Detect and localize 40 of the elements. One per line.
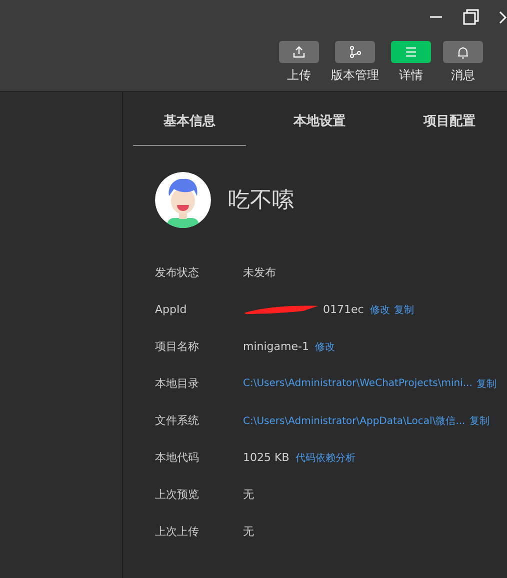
link[interactable]: 修改: [314, 340, 335, 354]
field-label: 文件系统: [155, 413, 200, 428]
field-value: 未发布: [243, 265, 276, 280]
field-value: 无: [243, 524, 254, 539]
tab[interactable]: 基本信息: [133, 92, 246, 146]
field-label: 上次预览: [155, 487, 200, 502]
link[interactable]: C:\Users\Administrator\AppData\Local\微信...: [243, 414, 466, 428]
project-name: 吃不嗦: [228, 187, 294, 215]
toolbar-label: 版本管理: [331, 67, 379, 84]
field-label: AppId: [155, 303, 188, 316]
toolbar-label: 详情: [399, 67, 423, 84]
bell-icon: [457, 46, 469, 58]
field-label: 上次上传: [155, 524, 200, 539]
link[interactable]: 复制: [469, 414, 490, 428]
link[interactable]: 修改: [370, 302, 390, 316]
branch-icon: [349, 46, 361, 58]
link[interactable]: 复制: [476, 376, 496, 390]
field-value: 1025 KB: [243, 451, 290, 464]
field-label: 项目名称: [155, 339, 200, 354]
upload-icon: [293, 46, 305, 58]
toolbar-button[interactable]: [279, 41, 319, 63]
toolbar-label: 上传: [287, 67, 311, 84]
tab[interactable]: 项目配置: [393, 92, 506, 146]
field-label: 发布状态: [155, 265, 200, 280]
field-value: 无: [243, 487, 254, 502]
field-label: 本地代码: [155, 450, 200, 465]
link[interactable]: C:\Users\Administrator\WeChatProjects\mini...: [243, 378, 472, 389]
toolbar-label: 消息: [451, 67, 475, 84]
maximize-icon[interactable]: [463, 9, 479, 25]
toolbar-button[interactable]: [335, 41, 375, 63]
link[interactable]: 代码依赖分析: [295, 450, 356, 464]
toolbar-button[interactable]: [443, 41, 483, 63]
link[interactable]: 复制: [394, 302, 414, 316]
field-value: minigame-1: [243, 340, 309, 353]
tab[interactable]: 本地设置: [263, 92, 376, 146]
menu-icon: [405, 47, 417, 57]
close-icon[interactable]: [499, 10, 507, 24]
field-value: 0171ec: [323, 303, 364, 316]
avatar-icon: [155, 172, 211, 228]
field-label: 本地目录: [155, 376, 200, 391]
